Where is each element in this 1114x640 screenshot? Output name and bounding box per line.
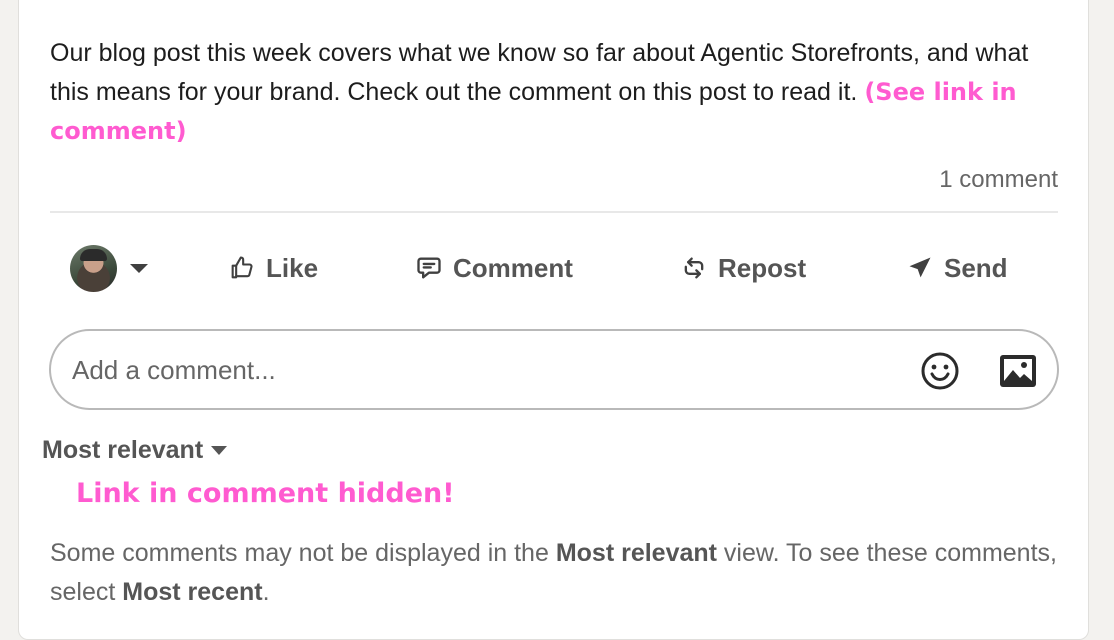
- hidden-link-annotation: Link in comment hidden!: [76, 478, 455, 509]
- image-icon[interactable]: [998, 353, 1038, 389]
- notice-text-3: .: [262, 578, 270, 606]
- repost-button[interactable]: Repost: [680, 246, 806, 290]
- avatar: [70, 244, 117, 292]
- post-body: Our blog post this week covers what we k…: [50, 34, 1070, 151]
- repost-label: Repost: [718, 252, 807, 283]
- comment-box: [49, 329, 1059, 410]
- notice-most-recent: Most recent: [122, 578, 263, 606]
- actor-switcher[interactable]: [70, 244, 148, 292]
- sort-label: Most relevant: [42, 436, 204, 464]
- comment-label: Comment: [453, 252, 573, 283]
- notice-most-relevant: Most relevant: [555, 539, 717, 567]
- send-label: Send: [944, 252, 1008, 283]
- thumbs-up-icon: [231, 256, 253, 279]
- sort-dropdown[interactable]: Most relevant: [42, 436, 228, 465]
- paper-plane-icon: [909, 257, 931, 278]
- comment-button[interactable]: Comment: [415, 246, 573, 290]
- comment-input[interactable]: [70, 345, 894, 395]
- like-label: Like: [266, 252, 319, 283]
- like-button[interactable]: Like: [228, 246, 318, 290]
- send-button[interactable]: Send: [906, 246, 1008, 290]
- notice-text-1: Some comments may not be displayed in th…: [50, 539, 556, 567]
- comment-count-link[interactable]: 1 comment: [939, 166, 1058, 194]
- divider: [50, 211, 1058, 213]
- speech-bubble-icon: [417, 257, 441, 279]
- social-actions-bar: Like Comment Repost Send: [50, 236, 1058, 298]
- repost-arrows-icon: [684, 257, 704, 279]
- filtered-comments-notice: Some comments may not be displayed in th…: [50, 534, 1060, 612]
- caret-down-icon: [211, 446, 228, 455]
- smiley-icon[interactable]: [920, 351, 960, 391]
- caret-down-icon: [130, 263, 148, 273]
